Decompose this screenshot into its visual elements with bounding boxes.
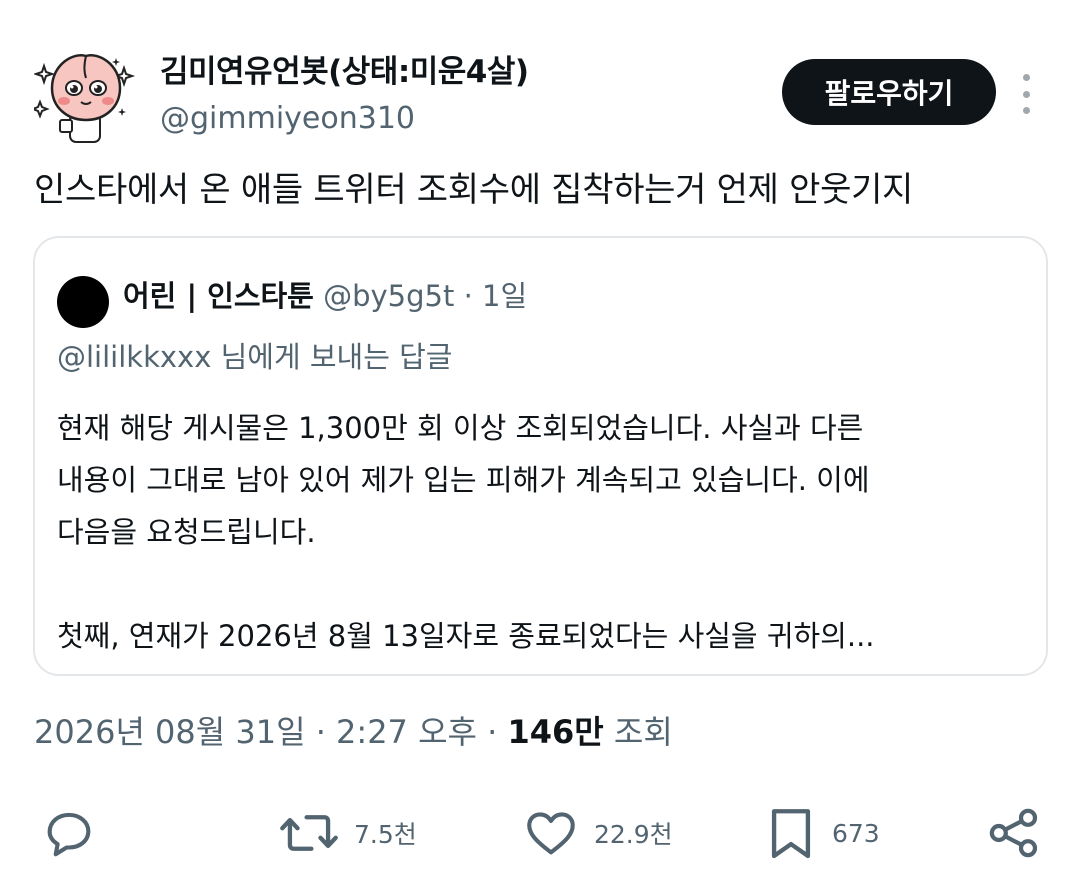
quoted-author-avatar[interactable]: [57, 276, 109, 328]
view-label: 조회: [613, 713, 673, 751]
author-display-name[interactable]: 김미연유언봇(상태:미운4살): [160, 46, 529, 91]
share-button[interactable]: [986, 800, 1042, 866]
quoted-body-line: 첫째, 연재가 2026년 8월 13일자로 종료되었다는 사실을 귀하의...: [57, 619, 875, 653]
author-avatar[interactable]: [30, 46, 140, 146]
peach-character-avatar-icon: [30, 54, 136, 143]
meta-separator: ·: [463, 279, 473, 313]
quoted-author-handle: @by5g5t: [323, 279, 455, 313]
bookmark-count: 673: [832, 818, 880, 848]
quoted-body-line: 현재 해당 게시물은 1,300만 회 이상 조회되었습니다. 사실과 다른: [57, 411, 864, 445]
like-button[interactable]: 22.9천: [522, 800, 673, 866]
more-vertical-icon: [1022, 74, 1030, 81]
quoted-tweet-card[interactable]: 어린 | 인스타툰 @by5g5t · 1일 @lililkkxxx 님에게 보…: [33, 236, 1048, 676]
action-bar: 7.5천 22.9천 673: [0, 800, 1080, 870]
retweet-count: 7.5천: [354, 820, 417, 849]
bookmark-button[interactable]: 673: [764, 800, 880, 866]
author-handle[interactable]: @gimmiyeon310: [160, 101, 415, 136]
reply-to-label: @lililkkxxx 님에게 보내는 답글: [57, 340, 453, 374]
view-count: 146만: [507, 713, 604, 751]
bookmark-icon: [771, 809, 811, 859]
quoted-tweet-header: 어린 | 인스타툰 @by5g5t · 1일: [123, 276, 527, 316]
quoted-tweet-time: 1일: [482, 279, 528, 313]
like-count: 22.9천: [594, 820, 673, 849]
retweet-button[interactable]: 7.5천: [278, 800, 417, 866]
quoted-tweet-body: 현재 해당 게시물은 1,300만 회 이상 조회되었습니다. 사실과 다른 내…: [57, 402, 1017, 662]
more-options-button[interactable]: [1016, 74, 1036, 114]
retweet-icon: [280, 815, 338, 851]
reply-icon: [47, 812, 91, 857]
quoted-author-name: 어린 | 인스타툰: [123, 279, 314, 313]
heart-icon: [527, 812, 575, 855]
quoted-body-line: 다음을 요청드립니다.: [57, 515, 316, 549]
tweet-header: 김미연유언봇(상태:미운4살) @gimmiyeon310 팔로우하기: [30, 40, 1054, 150]
reply-button[interactable]: [40, 800, 98, 866]
tweet-meta: 2026년 08월 31일 · 2:27 오후 · 146만 조회: [34, 710, 673, 754]
quoted-body-line: 내용이 그대로 남아 있어 제가 입는 피해가 계속되고 있습니다. 이에: [57, 463, 870, 497]
tweet-datetime[interactable]: 2026년 08월 31일 · 2:27 오후 ·: [34, 713, 497, 751]
tweet-text: 인스타에서 온 애들 트위터 조회수에 집착하는거 언제 안웃기지: [34, 170, 914, 210]
share-icon: [989, 808, 1038, 858]
follow-button[interactable]: 팔로우하기: [782, 59, 996, 125]
